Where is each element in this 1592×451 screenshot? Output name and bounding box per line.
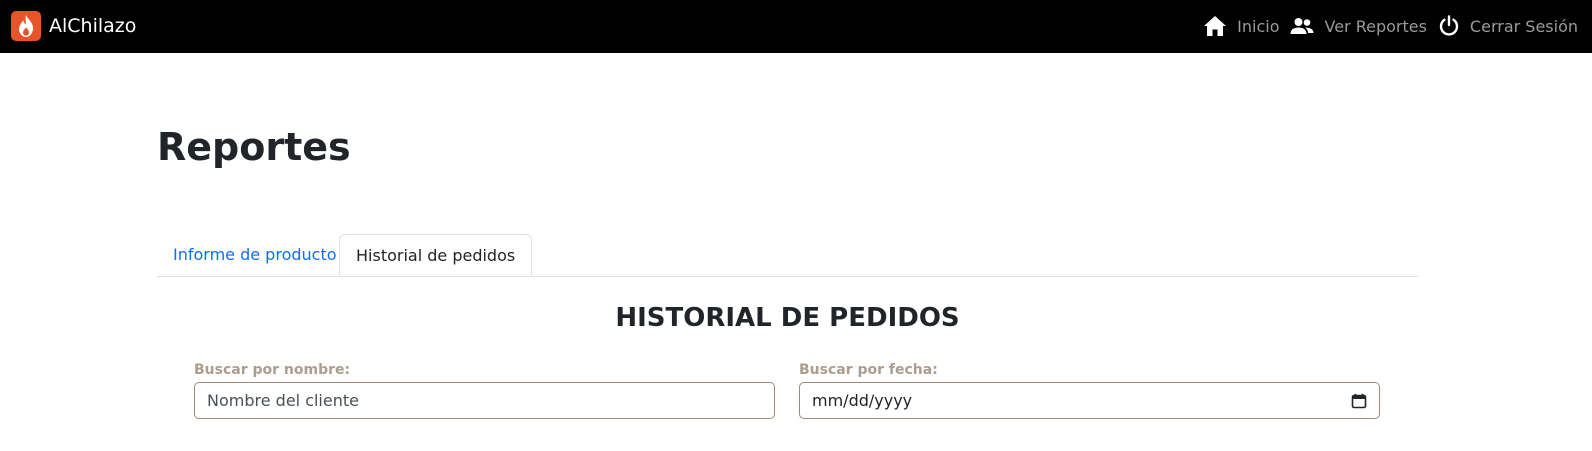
page-title: Reportes xyxy=(157,125,351,169)
nav-item-cerrar-sesion[interactable]: Cerrar Sesión xyxy=(1438,15,1578,37)
date-search-placeholder: mm/dd/yyyy xyxy=(812,391,913,410)
brand[interactable]: AlChilazo xyxy=(11,10,136,42)
name-search-label: Buscar por nombre: xyxy=(194,362,351,378)
people-icon xyxy=(1290,18,1314,34)
name-search-placeholder: Nombre del cliente xyxy=(207,391,359,410)
top-navbar: AlChilazo Inicio Ver Reportes Cerrar Ses… xyxy=(0,0,1592,53)
date-search-input[interactable]: mm/dd/yyyy xyxy=(799,382,1380,419)
date-search-label: Buscar por fecha: xyxy=(799,362,938,378)
nav-item-inicio[interactable]: Inicio xyxy=(1203,15,1279,37)
flame-logo-icon xyxy=(11,11,41,41)
section-heading: HISTORIAL DE PEDIDOS xyxy=(615,303,960,333)
calendar-icon[interactable] xyxy=(1351,393,1367,409)
name-search-input[interactable]: Nombre del cliente xyxy=(194,382,775,419)
brand-name: AlChilazo xyxy=(49,15,137,37)
nav-item-label: Ver Reportes xyxy=(1324,16,1427,36)
nav-item-ver-reportes[interactable]: Ver Reportes xyxy=(1290,16,1427,36)
report-tabs: Informe de producto Historial de pedidos xyxy=(157,234,1418,277)
tab-informe-de-producto[interactable]: Informe de producto xyxy=(157,234,353,275)
home-icon xyxy=(1204,16,1227,36)
nav-item-label: Inicio xyxy=(1237,16,1280,36)
tab-historial-de-pedidos[interactable]: Historial de pedidos xyxy=(339,234,533,276)
nav-menu: Inicio Ver Reportes Cerrar Sesión xyxy=(1192,13,1578,39)
power-icon xyxy=(1439,15,1459,36)
nav-item-label: Cerrar Sesión xyxy=(1469,16,1578,36)
